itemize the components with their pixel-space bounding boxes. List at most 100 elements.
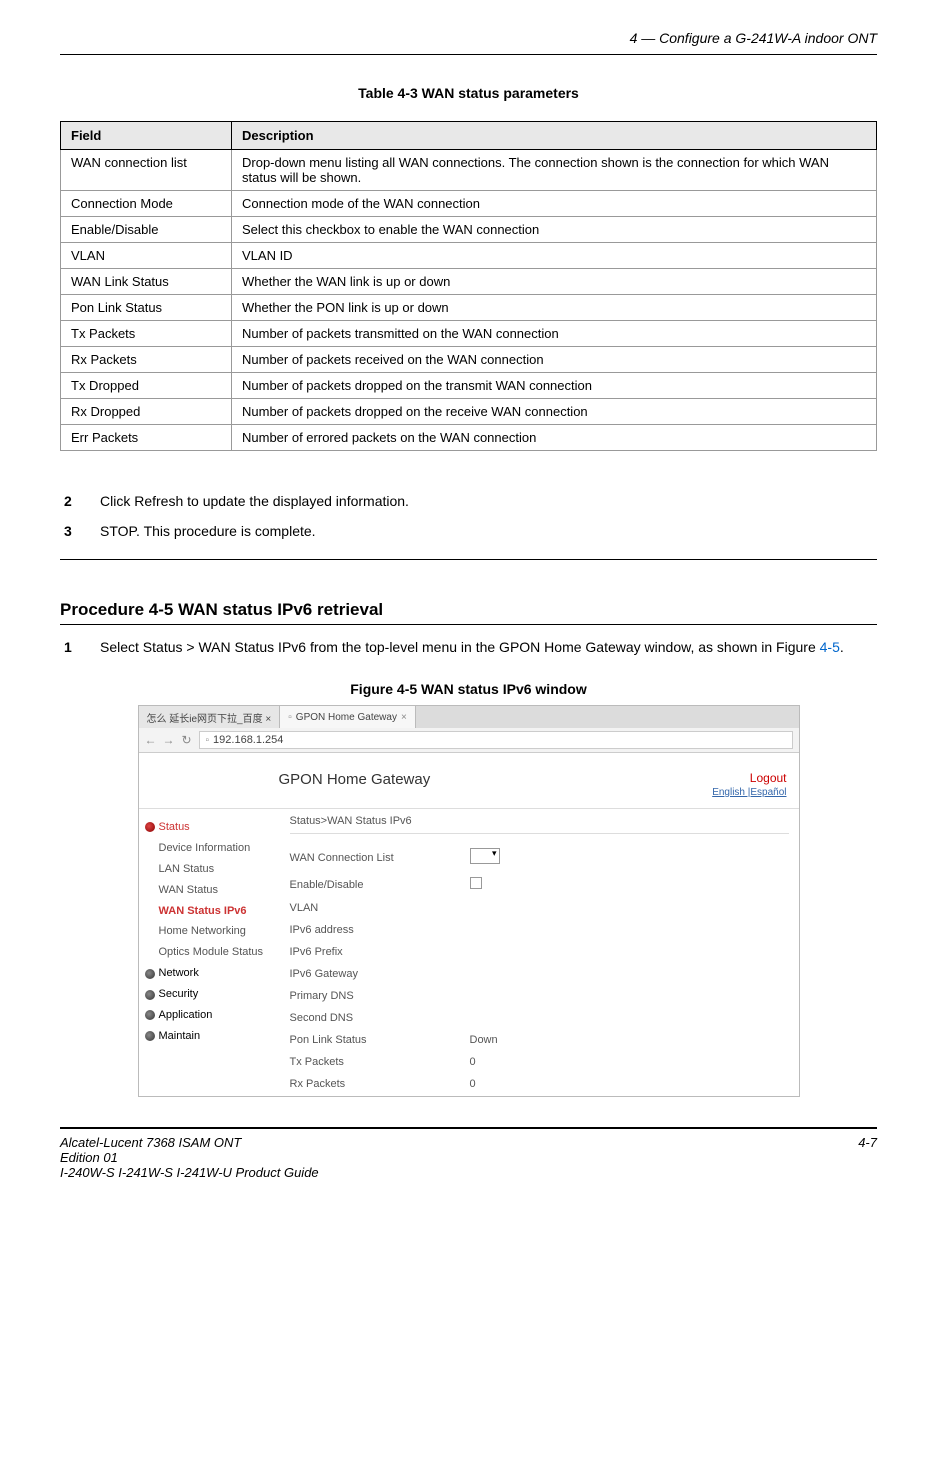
sidebar-category-security[interactable]: Security xyxy=(145,984,280,1005)
cell-desc: Connection mode of the WAN connection xyxy=(232,191,877,217)
cell-field: VLAN xyxy=(61,243,232,269)
footer-divider xyxy=(60,1127,877,1129)
field-pon-link-status: Pon Link Status Down xyxy=(290,1034,789,1046)
cell-field: Enable/Disable xyxy=(61,217,232,243)
browser-tab[interactable]: ▫ GPON Home Gateway × xyxy=(280,706,416,728)
sidebar-label: Status xyxy=(159,817,190,838)
cell-desc: Number of errored packets on the WAN con… xyxy=(232,425,877,451)
sidebar-item-wan-status-ipv6[interactable]: WAN Status IPv6 xyxy=(145,901,280,922)
table-row: Rx PacketsNumber of packets received on … xyxy=(61,347,877,373)
sidebar-label: Network xyxy=(159,963,199,984)
field-wan-connection-list: WAN Connection List xyxy=(290,848,789,867)
figure-caption: Figure 4-5 WAN status IPv6 window xyxy=(60,681,877,697)
cell-desc: Number of packets received on the WAN co… xyxy=(232,347,877,373)
procedure-underline xyxy=(60,624,877,625)
sidebar-category-maintain[interactable]: Maintain xyxy=(145,1026,280,1047)
field-second-dns: Second DNS xyxy=(290,1012,789,1024)
cell-desc: Select this checkbox to enable the WAN c… xyxy=(232,217,877,243)
enable-checkbox[interactable] xyxy=(470,877,482,889)
table-row: Rx DroppedNumber of packets dropped on t… xyxy=(61,399,877,425)
sidebar-item-device-information[interactable]: Device Information xyxy=(145,838,280,859)
cell-desc: Whether the PON link is up or down xyxy=(232,295,877,321)
bullet-icon xyxy=(145,969,155,979)
table-row: Pon Link StatusWhether the PON link is u… xyxy=(61,295,877,321)
wan-connection-select[interactable] xyxy=(470,848,500,864)
content-area: Status>WAN Status IPv6 WAN Connection Li… xyxy=(280,809,799,1096)
section-divider xyxy=(60,559,877,560)
tab-label: 怎么 延长ie网页下拉_百度 × xyxy=(147,710,272,725)
bullet-icon xyxy=(145,990,155,1000)
field-value: 0 xyxy=(470,1078,476,1090)
cell-desc: Number of packets dropped on the receive… xyxy=(232,399,877,425)
field-value: 0 xyxy=(470,1056,476,1068)
cell-desc: Drop-down menu listing all WAN connectio… xyxy=(232,150,877,191)
field-label: Rx Packets xyxy=(290,1078,470,1090)
field-label: IPv6 Prefix xyxy=(290,946,470,958)
field-enable-disable: Enable/Disable xyxy=(290,877,789,892)
step-text: Click Refresh to update the displayed in… xyxy=(100,493,877,509)
table-row: WAN connection listDrop-down menu listin… xyxy=(61,150,877,191)
table-header-description: Description xyxy=(232,122,877,150)
back-icon[interactable]: ← xyxy=(145,733,157,747)
gpon-title: GPON Home Gateway xyxy=(279,771,431,788)
table-row: Tx DroppedNumber of packets dropped on t… xyxy=(61,373,877,399)
cell-field: WAN connection list xyxy=(61,150,232,191)
sidebar-category-network[interactable]: Network xyxy=(145,963,280,984)
field-label: VLAN xyxy=(290,902,470,914)
step-text: STOP. This procedure is complete. xyxy=(100,523,877,539)
cell-field: Rx Packets xyxy=(61,347,232,373)
field-label: Second DNS xyxy=(290,1012,470,1024)
url-field[interactable]: ▫ 192.168.1.254 xyxy=(199,731,793,749)
table-row: WAN Link StatusWhether the WAN link is u… xyxy=(61,269,877,295)
logout-link[interactable]: Logout xyxy=(712,771,786,785)
gpon-header: GPON Home Gateway Logout English |Españo… xyxy=(139,753,799,809)
chapter-header: 4 — Configure a G-241W-A indoor ONT xyxy=(60,30,877,46)
close-icon[interactable]: × xyxy=(401,712,407,723)
reload-icon[interactable]: ↻ xyxy=(181,733,193,747)
field-rx-packets: Rx Packets 0 xyxy=(290,1078,789,1090)
forward-icon[interactable]: → xyxy=(163,733,175,747)
field-label: Tx Packets xyxy=(290,1056,470,1068)
field-label: Pon Link Status xyxy=(290,1034,470,1046)
browser-url-bar: ← → ↻ ▫ 192.168.1.254 xyxy=(139,728,799,753)
browser-tab[interactable]: 怎么 延长ie网页下拉_百度 × xyxy=(139,706,281,728)
table-row: Err PacketsNumber of errored packets on … xyxy=(61,425,877,451)
cell-field: Err Packets xyxy=(61,425,232,451)
sidebar-item-wan-status[interactable]: WAN Status xyxy=(145,880,280,901)
sidebar-label: Maintain xyxy=(159,1026,201,1047)
sidebar-category-application[interactable]: Application xyxy=(145,1005,280,1026)
table-row: VLANVLAN ID xyxy=(61,243,877,269)
footer-edition: Edition 01 xyxy=(60,1150,319,1165)
language-link[interactable]: English |Español xyxy=(712,787,786,798)
step-text-pre: Select Status > WAN Status IPv6 from the… xyxy=(100,639,820,655)
sidebar-item-home-networking[interactable]: Home Networking xyxy=(145,921,280,942)
page-footer: Alcatel-Lucent 7368 ISAM ONT Edition 01 … xyxy=(60,1135,877,1180)
step-1: 1 Select Status > WAN Status IPv6 from t… xyxy=(60,639,877,655)
field-ipv6-prefix: IPv6 Prefix xyxy=(290,946,789,958)
cell-field: Tx Packets xyxy=(61,321,232,347)
table-row: Connection ModeConnection mode of the WA… xyxy=(61,191,877,217)
cell-field: Pon Link Status xyxy=(61,295,232,321)
breadcrumb: Status>WAN Status IPv6 xyxy=(290,815,789,834)
sidebar-item-lan-status[interactable]: LAN Status xyxy=(145,859,280,880)
step-number: 2 xyxy=(60,493,100,509)
figure-reference-link[interactable]: 4-5 xyxy=(820,639,840,655)
field-value: Down xyxy=(470,1034,498,1046)
page-icon: ▫ xyxy=(206,735,210,746)
field-primary-dns: Primary DNS xyxy=(290,990,789,1002)
step-text-post: . xyxy=(840,639,844,655)
field-label: Primary DNS xyxy=(290,990,470,1002)
field-ipv6-address: IPv6 address xyxy=(290,924,789,936)
field-label: IPv6 address xyxy=(290,924,470,936)
sidebar-label: Security xyxy=(159,984,199,1005)
cell-field: Rx Dropped xyxy=(61,399,232,425)
footer-guide: I-240W-S I-241W-S I-241W-U Product Guide xyxy=(60,1165,319,1180)
bullet-icon xyxy=(145,1031,155,1041)
cell-desc: VLAN ID xyxy=(232,243,877,269)
bullet-icon xyxy=(145,822,155,832)
field-label: Enable/Disable xyxy=(290,879,470,891)
sidebar-item-optics-module-status[interactable]: Optics Module Status xyxy=(145,942,280,963)
sidebar-category-status[interactable]: Status xyxy=(145,817,280,838)
step-number: 1 xyxy=(60,639,100,655)
step-2: 2 Click Refresh to update the displayed … xyxy=(60,493,877,509)
